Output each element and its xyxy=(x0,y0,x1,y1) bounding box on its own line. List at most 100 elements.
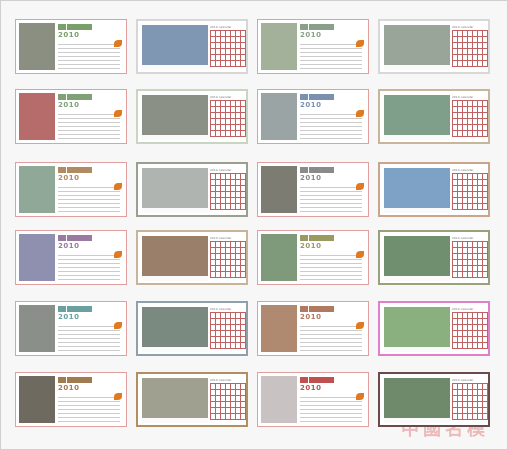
month-notes-page: 2010 xyxy=(257,230,369,285)
month-number xyxy=(58,94,66,100)
month-badge xyxy=(58,167,92,173)
note-line xyxy=(300,64,362,65)
calendar-grid: 2010 calendar xyxy=(452,307,488,349)
year-label: 2010 xyxy=(300,101,322,109)
note-line xyxy=(58,417,120,418)
page-footer xyxy=(142,347,208,352)
note-line xyxy=(58,338,120,339)
note-line xyxy=(300,275,362,276)
notes-lines xyxy=(300,187,362,215)
month-number xyxy=(58,377,66,383)
leaf-logo-icon xyxy=(114,251,122,258)
month-photo xyxy=(142,236,208,276)
note-line xyxy=(58,405,120,406)
month-number xyxy=(300,167,308,173)
month-badge xyxy=(58,306,92,312)
note-line xyxy=(300,417,362,418)
note-line xyxy=(58,211,120,212)
calendar-sheet: 中國名模 2010 2010 calendar 2010 2010 calendar 2… xyxy=(0,0,508,450)
note-line xyxy=(300,326,362,327)
note-line xyxy=(300,130,362,131)
year-label: 2010 xyxy=(300,384,322,392)
note-line xyxy=(58,60,120,61)
month-name-bar xyxy=(67,167,92,173)
note-line xyxy=(58,126,120,127)
note-line xyxy=(300,401,362,402)
note-line xyxy=(300,195,362,196)
note-line xyxy=(58,279,120,280)
note-line xyxy=(300,263,362,264)
calendar-grid: 2010 calendar xyxy=(210,168,246,210)
month-photo xyxy=(261,376,297,423)
month-name-bar xyxy=(309,94,334,100)
note-line xyxy=(58,267,120,268)
calendar-grid: 2010 calendar xyxy=(210,25,246,67)
note-line xyxy=(58,271,120,272)
month-number xyxy=(58,235,66,241)
leaf-logo-icon xyxy=(356,40,364,47)
month-number xyxy=(300,235,308,241)
month-photo xyxy=(261,23,297,70)
note-line xyxy=(58,203,120,204)
month-number xyxy=(300,306,308,312)
note-line xyxy=(300,271,362,272)
month-notes-page: 2010 xyxy=(257,301,369,356)
month-notes-page: 2010 xyxy=(15,230,127,285)
note-line xyxy=(58,191,120,192)
month-photo xyxy=(19,23,55,70)
month-name-bar xyxy=(309,377,334,383)
month-name-bar xyxy=(67,235,92,241)
day-cell xyxy=(240,203,246,210)
day-cell xyxy=(482,271,488,278)
month-number xyxy=(58,24,66,30)
page-footer xyxy=(142,65,208,70)
month-photo xyxy=(142,25,208,65)
page-footer xyxy=(384,65,450,70)
note-line xyxy=(300,187,362,188)
month-name-bar xyxy=(67,24,92,30)
month-notes-page: 2010 xyxy=(257,372,369,427)
note-line xyxy=(300,255,362,256)
notes-lines xyxy=(58,326,120,354)
day-cell xyxy=(240,130,246,137)
note-line xyxy=(58,207,120,208)
leaf-logo-icon xyxy=(356,110,364,117)
note-line xyxy=(58,346,120,347)
note-line xyxy=(300,114,362,115)
note-line xyxy=(58,409,120,410)
note-line xyxy=(58,350,120,351)
page-footer xyxy=(384,347,450,352)
page-footer xyxy=(384,135,450,140)
note-line xyxy=(300,60,362,61)
day-cell xyxy=(240,60,246,67)
calendar-grid: 2010 calendar xyxy=(452,378,488,420)
notes-lines xyxy=(58,114,120,142)
notes-lines xyxy=(300,114,362,142)
note-line xyxy=(300,338,362,339)
month-photo xyxy=(261,305,297,352)
page-footer xyxy=(142,208,208,213)
day-cell xyxy=(482,342,488,349)
note-line xyxy=(300,191,362,192)
year-label: 2010 xyxy=(300,242,322,250)
month-photo xyxy=(384,307,450,347)
leaf-logo-icon xyxy=(356,322,364,329)
note-line xyxy=(300,259,362,260)
year-label: 2010 xyxy=(58,242,80,250)
notes-lines xyxy=(58,44,120,72)
note-line xyxy=(58,195,120,196)
month-photo xyxy=(261,234,297,281)
leaf-logo-icon xyxy=(114,322,122,329)
month-notes-page: 2010 xyxy=(15,301,127,356)
notes-lines xyxy=(58,187,120,215)
page-footer xyxy=(384,208,450,213)
month-notes-page: 2010 xyxy=(257,19,369,74)
page-footer xyxy=(384,276,450,281)
note-line xyxy=(58,330,120,331)
calendar-grid: 2010 calendar xyxy=(210,95,246,137)
note-line xyxy=(300,211,362,212)
month-badge xyxy=(58,94,92,100)
month-photo xyxy=(384,25,450,65)
year-label: 2010 xyxy=(58,101,80,109)
month-photo xyxy=(19,376,55,423)
